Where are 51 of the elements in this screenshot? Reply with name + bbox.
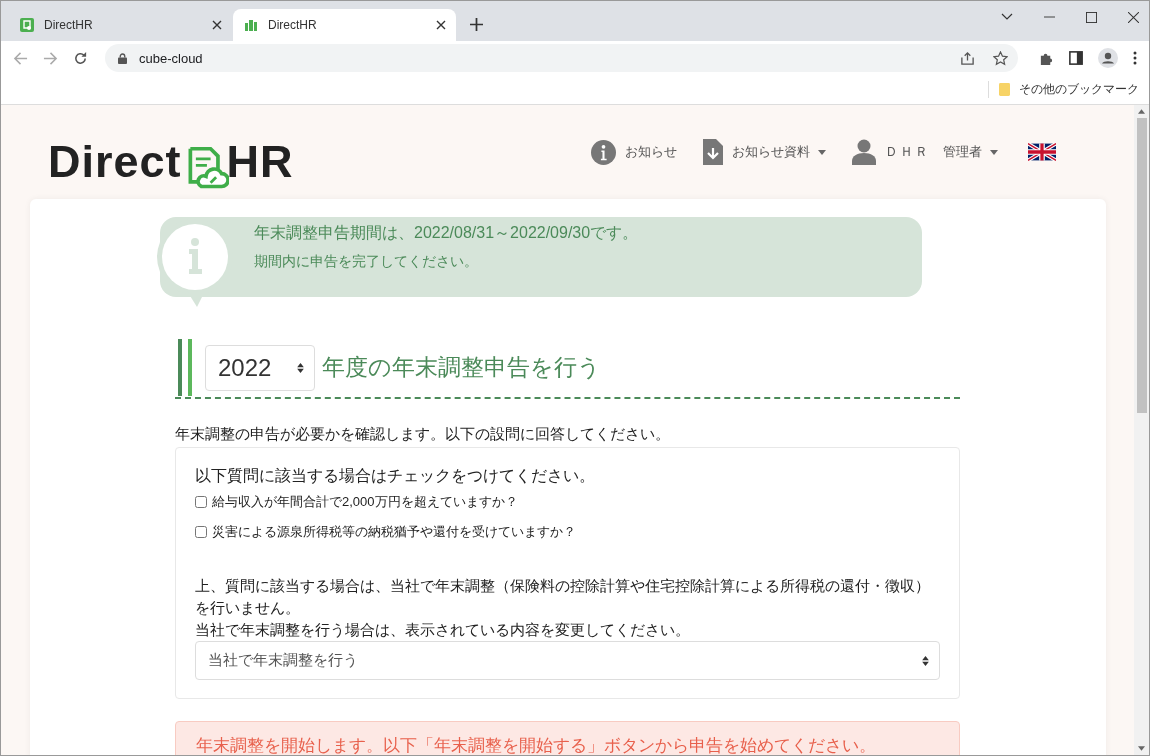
nav-link[interactable]: お知らせ資料 — [732, 143, 826, 161]
new-tab-icon[interactable] — [470, 18, 483, 31]
caret-icon — [990, 149, 998, 155]
checkbox[interactable] — [195, 496, 207, 508]
note-text: 上、質問に該当する場合は、当社で年末調整（保険料の控除計算や住宅控除計算による所得税の還付・徴収）を行いません。 — [195, 576, 931, 618]
sort-arrows-icon — [922, 655, 929, 666]
nav-link[interactable]: お知らせ — [625, 143, 677, 161]
flag-icon[interactable] — [1028, 143, 1056, 161]
browser-tab[interactable]: DirectHR — [9, 9, 232, 41]
year-select[interactable]: 2022 — [205, 344, 315, 391]
caret-icon — [818, 149, 826, 155]
address-bar[interactable]: cube-cloud — [105, 44, 1018, 72]
heading-accent — [178, 339, 192, 396]
user-name: ＤＨＲ — [885, 143, 930, 161]
close-icon[interactable] — [436, 20, 446, 30]
intro-text: 年末調整の申告が必要かを確認します。以下の設問に回答してください。 — [175, 425, 671, 444]
alert-message: 年末調整を開始します。以下「年末調整を開始する」ボタンから申告を始めてください。 — [175, 721, 960, 755]
lock-icon — [118, 52, 127, 64]
nav-link[interactable]: 管理者 — [943, 143, 998, 161]
bookmark-folder[interactable]: その他のブックマーク — [988, 81, 1139, 98]
reload-icon[interactable] — [73, 50, 88, 66]
sort-arrows-icon — [297, 362, 304, 373]
favicon-icon — [19, 17, 35, 33]
close-icon[interactable] — [1128, 11, 1139, 23]
info-icon — [591, 139, 616, 165]
chevron-down-icon[interactable] — [1001, 13, 1013, 21]
maximize-icon[interactable] — [1086, 11, 1097, 23]
favicon-icon — [243, 17, 259, 33]
choice-select[interactable]: 当社で年末調整を行う — [195, 641, 940, 680]
side-panel-icon[interactable] — [1069, 51, 1083, 65]
menu-icon[interactable] — [1133, 51, 1137, 65]
question-prompt: 以下質問に該当する場合はチェックをつけてください。 — [195, 466, 596, 486]
user-icon — [852, 139, 876, 165]
scroll-down-icon[interactable] — [1138, 746, 1145, 751]
logo[interactable]: Direct HR — [48, 136, 294, 188]
scrollbar-thumb[interactable] — [1136, 118, 1147, 413]
share-icon[interactable] — [960, 50, 975, 66]
folder-icon — [999, 83, 1010, 96]
browser-tab[interactable]: DirectHR — [233, 9, 456, 41]
star-icon[interactable] — [993, 50, 1008, 66]
avatar-icon[interactable] — [1098, 48, 1118, 68]
scroll-up-icon[interactable] — [1138, 109, 1145, 114]
checkbox[interactable] — [195, 526, 207, 538]
notice-text: 期間内に申告を完了してください。 — [254, 253, 479, 271]
notice-title: 年末調整申告期間は、2022/08/31～2022/09/30です。 — [254, 223, 639, 243]
note-text: 当社で年末調整を行う場合は、表示されている内容を変更してください。 — [195, 620, 691, 640]
document-download-icon — [703, 139, 723, 165]
close-icon[interactable] — [212, 20, 222, 30]
question-label: 給与収入が年間合計で2,000万円を超えていますか？ — [212, 493, 518, 511]
section-heading: 年度の年末調整申告を行う — [322, 353, 601, 382]
question-label: 災害による源泉所得税等の納税猶予や還付を受けていますか？ — [212, 523, 576, 541]
